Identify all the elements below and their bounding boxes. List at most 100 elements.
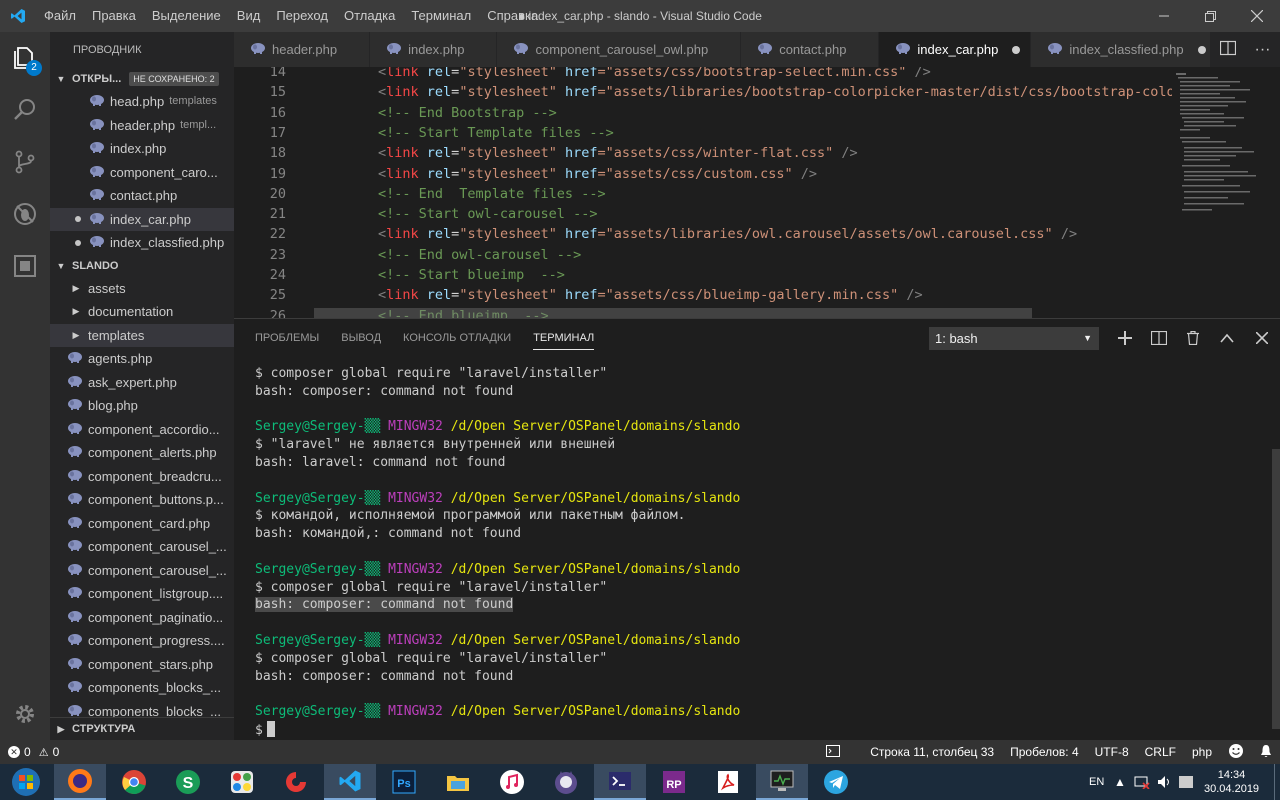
folder-item[interactable]: ▶ documentation <box>50 300 234 324</box>
file-item[interactable]: component_carousel_... <box>50 559 234 583</box>
outline-header[interactable]: ▶ СТРУКТУРА <box>50 717 234 739</box>
file-explorer-icon[interactable] <box>432 764 484 800</box>
panel-tab[interactable]: ПРОБЛЕМЫ <box>255 331 319 350</box>
line-ending[interactable]: CRLF <box>1137 745 1184 759</box>
code-editor[interactable]: 14 <link rel="stylesheet" href="assets/cs… <box>234 67 1172 318</box>
menu-item[interactable]: Переход <box>268 0 336 32</box>
code-line[interactable]: <!-- Start blueimp --> <box>378 267 565 283</box>
more-actions-icon[interactable]: ··· <box>1255 41 1271 59</box>
settings-gear-icon[interactable] <box>0 688 50 740</box>
cursor-position[interactable]: Строка 11, столбец 33 <box>862 745 1002 759</box>
open-editor-item[interactable]: head.php templates <box>50 90 234 114</box>
network-icon[interactable] <box>1134 764 1150 800</box>
telegram-icon[interactable] <box>810 764 862 800</box>
open-editor-item[interactable]: index.php <box>50 137 234 161</box>
code-line[interactable]: <!-- Start owl-carousel --> <box>378 206 597 222</box>
skype-icon[interactable]: S <box>162 764 214 800</box>
file-item[interactable]: component_stars.php <box>50 653 234 677</box>
photoshop-icon[interactable]: Ps <box>378 764 430 800</box>
menu-item[interactable]: Файл <box>36 0 84 32</box>
acrobat-icon[interactable] <box>702 764 754 800</box>
terminal-select[interactable]: 1: bash ▼ <box>929 327 1099 350</box>
code-line[interactable]: <link rel="stylesheet" href="assets/css/… <box>378 287 923 303</box>
file-item[interactable]: component_alerts.php <box>50 441 234 465</box>
file-item[interactable]: component_carousel_... <box>50 535 234 559</box>
panel-tab[interactable]: ВЫВОД <box>341 331 381 350</box>
open-editor-item[interactable]: index_classfied.php <box>50 231 234 255</box>
code-line[interactable]: <link rel="stylesheet" href="assets/css/… <box>378 67 931 80</box>
horizontal-scrollbar[interactable] <box>314 308 1032 318</box>
open-editor-item[interactable]: component_caro... <box>50 161 234 185</box>
open-editor-item[interactable]: index_car.php <box>50 207 234 231</box>
menu-item[interactable]: Выделение <box>144 0 229 32</box>
file-item[interactable]: agents.php <box>50 347 234 371</box>
editor-tab[interactable]: index_classfied.php <box>1031 32 1210 67</box>
paint-icon[interactable] <box>216 764 268 800</box>
editor-tab[interactable]: index_car.php <box>879 32 1032 67</box>
open-editor-item[interactable]: header.php templ... <box>50 114 234 138</box>
open-editor-item[interactable]: contact.php <box>50 184 234 208</box>
folder-item[interactable]: ▶ templates <box>50 323 234 347</box>
maximize-panel-icon[interactable] <box>1216 327 1238 349</box>
file-item[interactable]: ask_expert.php <box>50 371 234 395</box>
indentation[interactable]: Пробелов: 4 <box>1002 745 1087 759</box>
rp-icon[interactable]: RP <box>648 764 700 800</box>
code-line[interactable]: <!-- End owl-carousel --> <box>378 247 581 263</box>
folder-item[interactable]: ▶ assets <box>50 277 234 301</box>
gitkraken-icon[interactable] <box>540 764 592 800</box>
keyboard-language[interactable]: EN <box>1089 764 1104 800</box>
menu-item[interactable]: Справка <box>479 0 546 32</box>
kill-terminal-icon[interactable] <box>1182 327 1204 349</box>
close-panel-icon[interactable] <box>1251 327 1273 349</box>
file-item[interactable]: component_accordio... <box>50 418 234 442</box>
code-line[interactable]: <!-- End Bootstrap --> <box>378 105 557 121</box>
close-icon[interactable] <box>1234 0 1280 32</box>
code-line[interactable]: <link rel="stylesheet" href="assets/css/… <box>378 166 817 182</box>
terminal-output[interactable]: $ composer global require "laravel/insta… <box>255 365 740 739</box>
code-line[interactable]: <link rel="stylesheet" href="assets/css/… <box>378 145 858 161</box>
editor-tab[interactable]: index.php <box>370 32 498 67</box>
menu-item[interactable]: Терминал <box>403 0 479 32</box>
firefox-icon[interactable] <box>54 764 106 800</box>
file-item[interactable]: component_card.php <box>50 512 234 536</box>
split-terminal-icon[interactable] <box>1148 327 1170 349</box>
project-folder-header[interactable]: ▼ SLANDO <box>50 255 234 277</box>
itunes-icon[interactable] <box>486 764 538 800</box>
menu-item[interactable]: Отладка <box>336 0 403 32</box>
terminal-scrollbar[interactable] <box>1272 449 1280 729</box>
menu-item[interactable]: Вид <box>229 0 269 32</box>
restore-icon[interactable] <box>1187 0 1233 32</box>
minimap[interactable] <box>1172 67 1280 318</box>
new-terminal-icon[interactable] <box>1114 327 1136 349</box>
start-button[interactable] <box>0 764 52 800</box>
volume-icon[interactable] <box>1157 764 1173 800</box>
debug-icon[interactable] <box>0 188 50 240</box>
ccleaner-icon[interactable] <box>270 764 322 800</box>
editor-tab[interactable]: contact.php <box>741 32 880 67</box>
file-item[interactable]: component_buttons.p... <box>50 488 234 512</box>
problems-indicator[interactable]: ✕ 0 ⚠ 0 <box>0 745 67 759</box>
panel-tab[interactable]: ТЕРМИНАЛ <box>533 331 595 350</box>
minimize-icon[interactable] <box>1141 0 1187 32</box>
terminal-taskbar-icon[interactable] <box>594 764 646 800</box>
explorer-icon[interactable]: 2 <box>0 32 50 84</box>
language-mode[interactable]: php <box>1184 745 1220 759</box>
file-item[interactable]: component_paginatio... <box>50 606 234 630</box>
editor-tab[interactable]: component_carousel_owl.php <box>497 32 742 67</box>
terminal-toggle-icon[interactable] <box>818 744 848 760</box>
tray-arrow-icon[interactable]: ▲ <box>1114 764 1126 800</box>
code-line[interactable]: <link rel="stylesheet" href="assets/libr… <box>378 226 1077 242</box>
search-icon[interactable] <box>0 84 50 136</box>
split-editor-icon[interactable] <box>1219 40 1236 59</box>
code-line[interactable]: <!-- End Template files --> <box>378 186 606 202</box>
open-editors-header[interactable]: ▼ ОТКРЫ... НЕ СОХРАНЕНО: 2 <box>50 68 234 90</box>
clock[interactable]: 14:34 30.04.2019 <box>1204 764 1259 800</box>
task-manager-icon[interactable] <box>756 764 808 800</box>
file-item[interactable]: blog.php <box>50 394 234 418</box>
vscode-taskbar-icon[interactable] <box>324 764 376 800</box>
code-line[interactable]: <!-- Start Template files --> <box>378 125 614 141</box>
feedback-smiley-icon[interactable] <box>1220 743 1252 762</box>
editor-tab[interactable]: header.php <box>234 32 371 67</box>
encoding[interactable]: UTF-8 <box>1087 745 1137 759</box>
file-item[interactable]: component_breadcru... <box>50 465 234 489</box>
